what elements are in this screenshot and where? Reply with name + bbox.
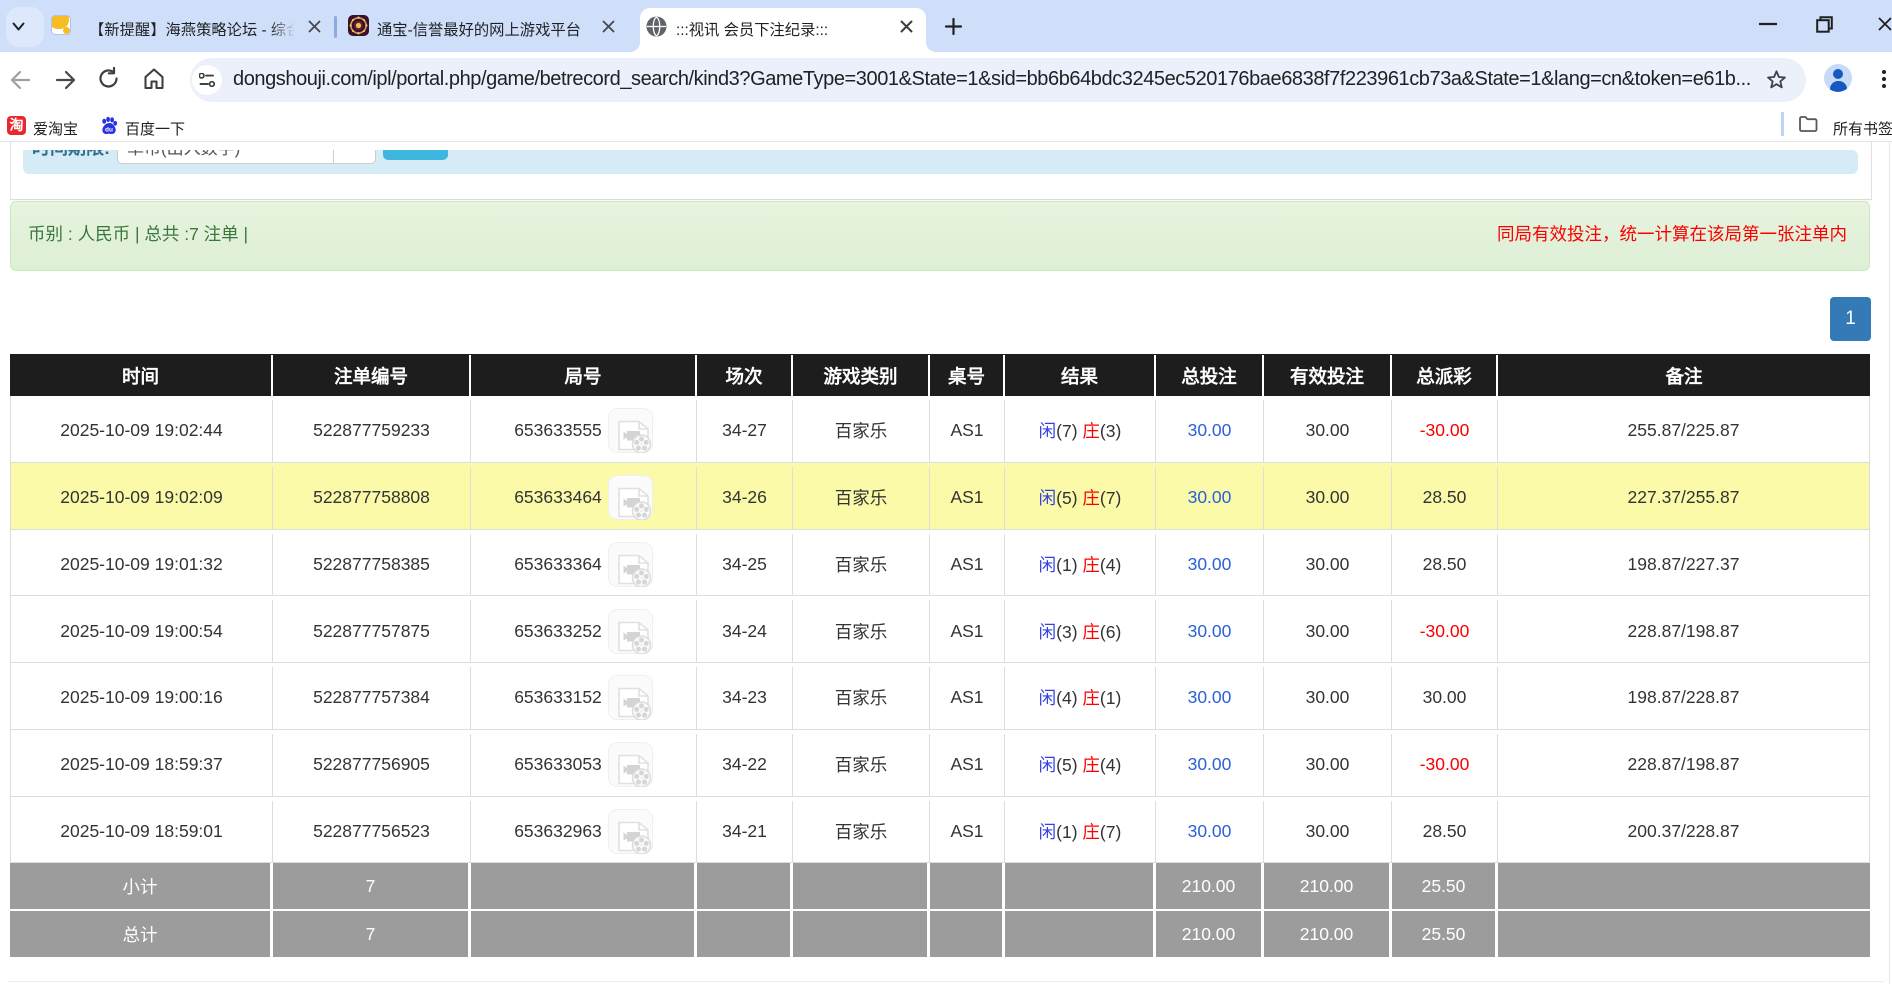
svg-text:du: du	[105, 127, 113, 134]
